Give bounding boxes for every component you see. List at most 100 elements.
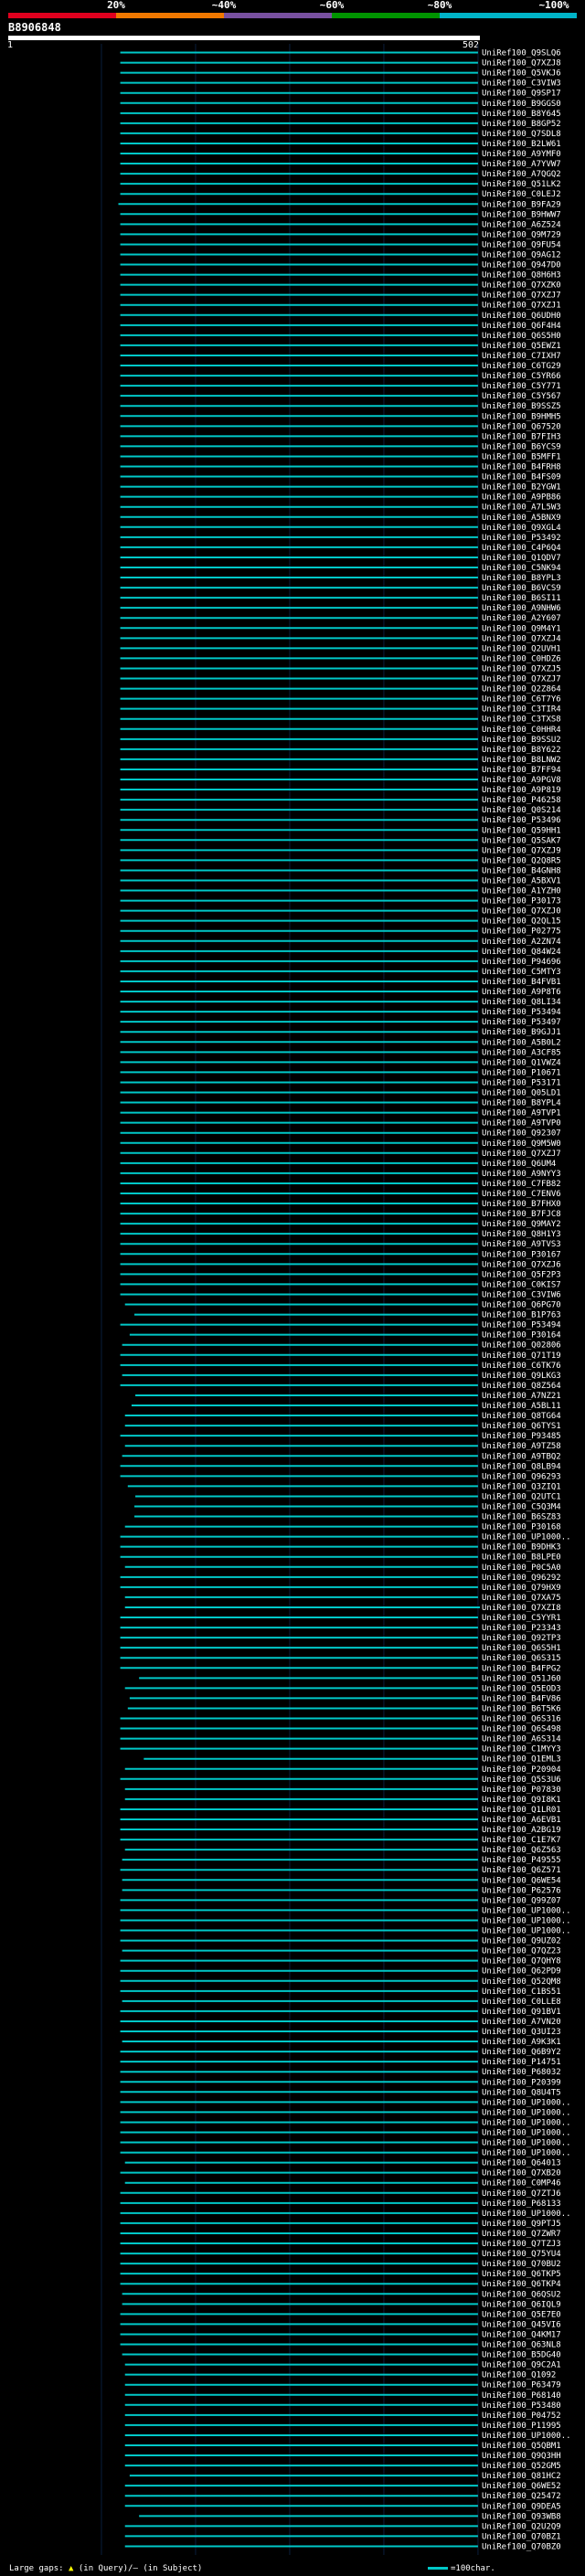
- hit-row[interactable]: UniRef100_Q6Z563: [124, 1846, 561, 1855]
- hit-row[interactable]: UniRef100_Q6UM4: [120, 1160, 557, 1169]
- hit-label[interactable]: UniRef100_Q8Z564: [482, 1382, 561, 1391]
- hit-row[interactable]: UniRef100_Q7XZJ7: [120, 675, 561, 684]
- hit-label[interactable]: UniRef100_Q947D0: [482, 261, 561, 270]
- hit-label[interactable]: UniRef100_Q7QHY8: [482, 1957, 561, 1966]
- hit-row[interactable]: UniRef100_Q6B9Y2: [120, 2048, 561, 2057]
- hit-label[interactable]: UniRef100_UP1000..: [482, 2149, 571, 2158]
- hit-row[interactable]: UniRef100_B9FA29: [118, 200, 561, 209]
- hit-row[interactable]: UniRef100_C6TG29: [120, 362, 561, 371]
- hit-row[interactable]: UniRef100_Q2U2Q9: [124, 2522, 561, 2531]
- hit-label[interactable]: UniRef100_Q8U4T5: [482, 2088, 561, 2097]
- hit-row[interactable]: UniRef100_Q9SP17: [120, 90, 561, 99]
- hit-label[interactable]: UniRef100_UP1000..: [482, 2118, 571, 2127]
- hit-label[interactable]: UniRef100_B9HMH5: [482, 412, 561, 421]
- hit-label[interactable]: UniRef100_UP1000..: [482, 1916, 571, 1925]
- hit-row[interactable]: UniRef100_B4GNH8: [120, 866, 561, 875]
- hit-label[interactable]: UniRef100_C0MP46: [482, 2179, 561, 2189]
- hit-row[interactable]: UniRef100_P30168: [124, 1523, 561, 1532]
- hit-label[interactable]: UniRef100_Q25472: [482, 2492, 561, 2501]
- hit-row[interactable]: UniRef100_Q9FU54: [120, 240, 561, 249]
- hit-row[interactable]: UniRef100_UP1000..: [120, 2149, 571, 2158]
- hit-label[interactable]: UniRef100_A5BNX9: [482, 514, 561, 523]
- hit-row[interactable]: UniRef100_Q62PD9: [120, 1967, 561, 1977]
- hit-row[interactable]: UniRef100_P93485: [120, 1432, 561, 1441]
- hit-label[interactable]: UniRef100_Q9FU54: [482, 240, 561, 249]
- hit-label[interactable]: UniRef100_Q1092: [482, 2371, 556, 2380]
- hit-label[interactable]: UniRef100_P68133: [482, 2200, 561, 2209]
- hit-row[interactable]: UniRef100_Q81HC2: [129, 2472, 561, 2481]
- hit-row[interactable]: UniRef100_UP1000..: [120, 2108, 571, 2117]
- hit-row[interactable]: UniRef100_B7FHX0: [120, 1200, 561, 1209]
- hit-row[interactable]: UniRef100_B8GP52: [120, 120, 561, 129]
- hit-label[interactable]: UniRef100_Q7XZJ0: [482, 907, 561, 917]
- hit-row[interactable]: UniRef100_Q8U4T5: [120, 2088, 561, 2097]
- hit-label[interactable]: UniRef100_C3TXS8: [482, 716, 561, 725]
- hit-row[interactable]: UniRef100_Q7XZJ5: [120, 664, 561, 673]
- hit-label[interactable]: UniRef100_Q91BV1: [482, 2008, 561, 2017]
- hit-label[interactable]: UniRef100_P30164: [482, 1331, 561, 1341]
- hit-row[interactable]: UniRef100_Q8H6H3: [120, 271, 561, 281]
- hit-label[interactable]: UniRef100_Q6F4H4: [482, 322, 561, 331]
- hit-row[interactable]: UniRef100_UP1000..: [120, 1533, 571, 1542]
- hit-label[interactable]: UniRef100_Q7XZK0: [482, 281, 561, 291]
- hit-label[interactable]: UniRef100_A9TVS3: [482, 1240, 561, 1249]
- hit-label[interactable]: UniRef100_Q6PG70: [482, 1301, 561, 1310]
- hit-label[interactable]: UniRef100_A2ZN74: [482, 938, 561, 947]
- hit-label[interactable]: UniRef100_Q7XZJ7: [482, 675, 561, 684]
- hit-label[interactable]: UniRef100_Q6UDH0: [482, 312, 561, 321]
- hit-label[interactable]: UniRef100_Q6UM4: [482, 1160, 556, 1169]
- hit-row[interactable]: UniRef100_B7FJC8: [120, 1210, 561, 1219]
- hit-row[interactable]: UniRef100_P53494: [120, 1321, 561, 1330]
- hit-label[interactable]: UniRef100_Q6WE52: [482, 2482, 561, 2491]
- hit-label[interactable]: UniRef100_Q7XZJ1: [482, 302, 561, 311]
- hit-row[interactable]: UniRef100_Q1092: [124, 2371, 557, 2380]
- hit-label[interactable]: UniRef100_C1MYY3: [482, 1745, 561, 1754]
- hit-label[interactable]: UniRef100_Q1VWZ4: [482, 1058, 561, 1067]
- hit-label[interactable]: UniRef100_Q6IQL9: [482, 2300, 561, 2309]
- hit-label[interactable]: UniRef100_P53496: [482, 816, 561, 825]
- hit-label[interactable]: UniRef100_C7ENV6: [482, 1190, 561, 1199]
- hit-row[interactable]: UniRef100_Q96292: [120, 1574, 561, 1583]
- hit-label[interactable]: UniRef100_B4FVB1: [482, 978, 561, 987]
- hit-row[interactable]: UniRef100_C5Y567: [120, 392, 561, 401]
- hit-row[interactable]: UniRef100_UP1000..: [120, 2139, 571, 2148]
- hit-label[interactable]: UniRef100_Q2Z864: [482, 685, 561, 694]
- hit-row[interactable]: UniRef100_Q8TG64: [124, 1412, 561, 1421]
- hit-label[interactable]: UniRef100_B8GP52: [482, 120, 561, 129]
- hit-label[interactable]: UniRef100_B9SSU2: [482, 736, 561, 745]
- hit-label[interactable]: UniRef100_Q7ZTJ6: [482, 2189, 561, 2199]
- hit-label[interactable]: UniRef100_C5Q3M4: [482, 1502, 561, 1511]
- hit-row[interactable]: UniRef100_Q84W24: [120, 948, 561, 957]
- hit-row[interactable]: UniRef100_Q71T19: [120, 1352, 561, 1361]
- hit-row[interactable]: UniRef100_UP1000..: [120, 1927, 571, 1936]
- hit-row[interactable]: UniRef100_B6SI11: [120, 594, 561, 603]
- hit-label[interactable]: UniRef100_B8YPL4: [482, 1099, 561, 1108]
- hit-label[interactable]: UniRef100_A9TVP0: [482, 1119, 561, 1129]
- hit-row[interactable]: UniRef100_C0HHR4: [120, 726, 561, 735]
- hit-row[interactable]: UniRef100_Q6PG70: [124, 1301, 561, 1310]
- hit-label[interactable]: UniRef100_C0HHR4: [482, 726, 561, 735]
- hit-row[interactable]: UniRef100_Q7XZJ9: [120, 846, 561, 855]
- hit-row[interactable]: UniRef100_Q7XZJ7: [120, 1150, 561, 1159]
- hit-label[interactable]: UniRef100_B7FIH3: [482, 432, 561, 441]
- hit-row[interactable]: UniRef100_P23343: [120, 1624, 561, 1633]
- hit-label[interactable]: UniRef100_Q9SP17: [482, 90, 561, 99]
- hit-row[interactable]: UniRef100_A9P8T6: [120, 988, 561, 997]
- hit-label[interactable]: UniRef100_Q93WB8: [482, 2512, 561, 2521]
- hit-label[interactable]: UniRef100_Q84W24: [482, 948, 561, 957]
- hit-label[interactable]: UniRef100_Q6TKP5: [482, 2270, 561, 2279]
- hit-row[interactable]: UniRef100_C5Y771: [120, 382, 561, 391]
- hit-label[interactable]: UniRef100_Q6S315: [482, 1654, 561, 1663]
- hit-row[interactable]: UniRef100_C1BS51: [120, 1988, 561, 1997]
- hit-row[interactable]: UniRef100_P20904: [124, 1765, 561, 1775]
- hit-row[interactable]: UniRef100_A9TVP0: [120, 1119, 561, 1129]
- hit-label[interactable]: UniRef100_Q9SLQ6: [482, 49, 561, 58]
- hit-row[interactable]: UniRef100_P14751: [120, 2058, 561, 2067]
- hit-row[interactable]: UniRef100_Q9UZ02: [120, 1937, 561, 1946]
- hit-label[interactable]: UniRef100_C3TIR4: [482, 705, 561, 715]
- hit-row[interactable]: UniRef100_Q7XZJ0: [120, 907, 561, 917]
- hit-label[interactable]: UniRef100_Q70BZ0: [482, 2542, 561, 2551]
- hit-row[interactable]: UniRef100_A6EVB1: [120, 1816, 561, 1825]
- hit-row[interactable]: UniRef100_Q9M729: [120, 230, 561, 239]
- hit-row[interactable]: UniRef100_A9PGV8: [120, 776, 561, 785]
